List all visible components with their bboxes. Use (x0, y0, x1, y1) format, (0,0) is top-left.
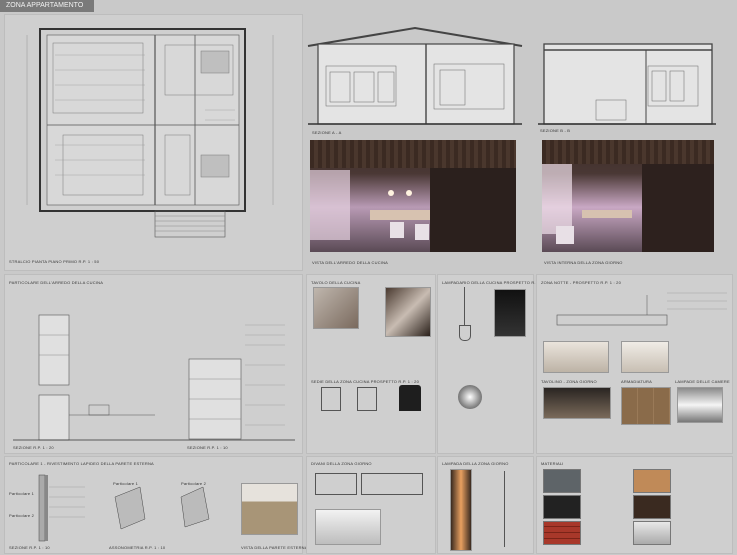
kitchen-render-caption: VISTA DELL'ARREDO DELLA CUCINA (312, 260, 389, 265)
material-swatch-red (543, 521, 581, 545)
section-bb-panel: SEZIONE B - B (536, 36, 720, 136)
axon-caption: ASSONOMETRIA R.P. 1 : 10 (109, 545, 166, 550)
table-photo-1 (313, 287, 359, 329)
table-panel: TAVOLO DELLA CUCINA SEDIE DELLA ZONA CUC… (306, 274, 436, 454)
sofa-photo (315, 509, 381, 545)
bedtable-caption: TAVOLINO - ZONA GIORNO (541, 379, 597, 384)
material-swatch-wood-light (633, 469, 671, 493)
ext-view-caption: VISTA DELLA PARETE ESTERNA (241, 545, 308, 550)
table-caption: TAVOLO DELLA CUCINA (311, 280, 361, 285)
night-zone-drawing (556, 292, 727, 326)
page-title: ZONA APPARTAMENTO (0, 0, 94, 12)
kitchen-detail-drawing (13, 314, 295, 441)
table-photo-2 (385, 287, 431, 337)
cladding-sec-caption: SEZIONE R.P. 1 : 10 (9, 545, 50, 550)
bed-photo-2 (621, 341, 669, 373)
kitchen-sec2-caption: SEZIONE R.P. 1 : 10 (187, 445, 228, 450)
floorlamp-photo (450, 469, 472, 551)
section-aa-panel: SEZIONE A - A (304, 14, 526, 136)
wardrobe-photo (621, 387, 671, 425)
kitchen-render (310, 140, 516, 252)
material-swatch-wood-dark (633, 495, 671, 519)
part2-label-axon: Particolare 2 (181, 481, 207, 486)
bed-photo-1 (543, 341, 609, 373)
material-swatch-dark (543, 495, 581, 519)
section-bb-drawing (538, 43, 716, 125)
material-swatch-stone (543, 469, 581, 493)
materials-panel: MATERIALI (536, 456, 733, 554)
living-render (542, 140, 714, 252)
chairs-caption: SEDIE DELLA ZONA CUCINA PROSPETTO R.P. 1… (311, 379, 419, 384)
floor-plan-panel: STRALCIO PIANTA PIANO PRIMO R.P. 1 : 50 (4, 14, 303, 271)
sofa-caption: DIVANI DELLA ZONA GIORNO (311, 461, 372, 466)
sofa-panel: DIVANI DELLA ZONA GIORNO (306, 456, 436, 554)
bedlamp-photo (677, 387, 723, 423)
floorlamp-caption: LAMPADA DELLA ZONA GIORNO (442, 461, 509, 466)
part1-label-axon: Particolare 1 (113, 481, 139, 486)
night-zone-panel: ZONA NOTTE - PROSPETTO R.P. 1 : 20 TAVOL… (536, 274, 733, 454)
floor-plan-drawing (26, 28, 274, 238)
chair-photo (399, 385, 421, 411)
lamp-photo (494, 289, 526, 337)
exterior-wall-photo (241, 483, 298, 535)
material-swatch-grey (633, 521, 671, 545)
lamp-detail-photo (458, 385, 482, 409)
cladding-panel: PARTICOLARE 1 - RIVESTIMENTO LAPIDEO DEL… (4, 456, 307, 554)
kitchen-sec1-caption: SEZIONE R.P. 1 : 20 (13, 445, 54, 450)
section-aa-drawing (307, 26, 523, 125)
plan-caption: STRALCIO PIANTA PIANO PRIMO R.P. 1 : 50 (9, 259, 100, 264)
wardrobe-caption: ARMADIATURA (621, 379, 653, 384)
section-aa-caption: SEZIONE A - A (312, 130, 342, 135)
materials-caption: MATERIALI (541, 461, 564, 466)
lamp-panel: LAMPADARIO DELLA CUCINA PROSPETTO R.P. 1… (437, 274, 552, 454)
section-bb-caption: SEZIONE B - B (540, 128, 571, 133)
floorlamp-panel: LAMPADA DELLA ZONA GIORNO (437, 456, 534, 554)
living-render-caption: VISTA INTERNA DELLA ZONA GIORNO (544, 260, 623, 265)
kitchen-detail-panel: PARTICOLARE DELL'ARREDO DELLA CUCINA SEZ… (4, 274, 303, 454)
bedtable-photo (543, 387, 611, 419)
bedlamps-caption: LAMPADE DELLE CAMERE (675, 379, 730, 384)
